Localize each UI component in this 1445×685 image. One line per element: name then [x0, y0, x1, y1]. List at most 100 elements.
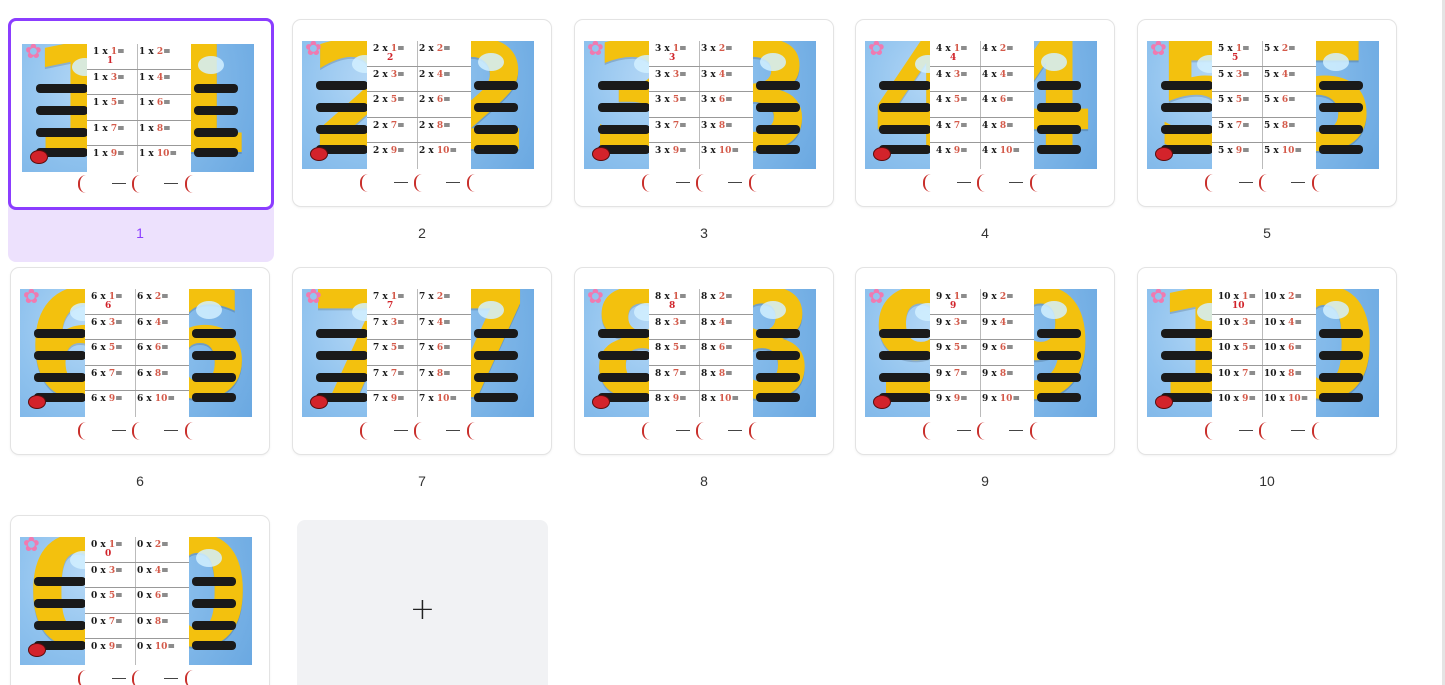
multiplier: 10 [154, 642, 168, 653]
page-thumbnail[interactable]: 6 6 ✿ 6 x 1= 6 x 2= 6 6 x 3= 6 x 4= 6 x 5= 6 x 6=… [11, 268, 269, 454]
page-thumbnail[interactable]: 7 7 ✿ 7 x 1= 7 x 2= 7 7 x 3= 7 x 4= 7 x 5= 7 x 6=… [293, 268, 551, 454]
multiplier: 5 [110, 98, 118, 109]
page-number-label: 8 [700, 473, 708, 489]
multiplier: 10 [436, 394, 450, 405]
bee-stripe [756, 103, 800, 112]
multiplier: 3 [390, 69, 398, 80]
multiplier: 9 [953, 394, 961, 405]
multiplier: 2 [718, 44, 726, 54]
page-thumbnail[interactable]: 5 5 ✿ 5 x 1= 5 x 2= 5 5 x 3= 5 x 4= 5 x 5= 5 x 6=… [1138, 20, 1396, 206]
equation-left: 5 x 3= [1218, 69, 1250, 80]
multiplier: 6 [999, 343, 1007, 354]
example-answer: 5 [1232, 53, 1239, 63]
add-page-button[interactable]: + [297, 520, 548, 685]
equation-left: 8 x 9= [655, 394, 687, 405]
multiplier: 2 [436, 44, 444, 54]
multiplier: 10 [999, 394, 1013, 405]
page-thumbnail[interactable]: 2 2 ✿ 2 x 1= 2 x 2= 2 2 x 3= 2 x 4= 2 x 5= 2 x 6=… [293, 20, 551, 206]
table-row: 4 x 9= 4 x 10= [930, 143, 1034, 169]
example-answer: 8 [669, 301, 676, 311]
multiplier: 4 [718, 69, 726, 80]
cut-line-icon [1205, 422, 1213, 440]
equation-left: 5 x 5= [1218, 95, 1250, 106]
bee-stripe [1161, 125, 1213, 134]
bee-stripe [1319, 125, 1363, 134]
multiplier: 7 [390, 368, 398, 379]
bee-wing [478, 53, 504, 71]
bee-stripe [1161, 351, 1213, 360]
page-thumbnail[interactable]: 1 0 ✿ 10 x 1= 10 x 2= 10 10 x 3= 10 x 4= 10 x 5=… [1138, 268, 1396, 454]
multiplier: 8 [1281, 120, 1289, 131]
page-number-label: 3 [700, 225, 708, 241]
example-answer: 9 [950, 301, 957, 311]
fold-mark [164, 678, 178, 679]
table-row: 1 x 1= 1 x 2= 1 [87, 44, 191, 70]
fold-mark [164, 183, 178, 184]
page-thumbnail[interactable]: 8 8 ✿ 8 x 1= 8 x 2= 8 8 x 3= 8 x 4= 8 x 5= 8 x 6=… [575, 268, 833, 454]
multiplier: 10 [156, 149, 170, 160]
equation-left: 2 x 5= [373, 95, 405, 106]
cut-line-icon [360, 174, 368, 192]
ladybug-icon [310, 147, 328, 161]
page-thumbnail[interactable]: 0 0 ✿ 0 x 1= 0 x 2= 0 0 x 3= 0 x 4= 0 x 5= 0 x 6=… [11, 516, 269, 685]
bee-stripe [879, 329, 931, 338]
bee-stripe [34, 577, 86, 586]
equation-right: 4 x 8= [982, 120, 1014, 131]
fold-mark [728, 182, 742, 183]
cut-line-icon [132, 422, 140, 440]
multiplier: 6 [436, 343, 444, 354]
page-number-label: 7 [418, 473, 426, 489]
multiplier: 2 [999, 292, 1007, 302]
equation-left: 1 x 7= [93, 123, 125, 134]
multiplier: 3 [108, 565, 116, 576]
equation-right: 10 x 8= [1264, 368, 1302, 379]
worksheet-footer [1147, 172, 1379, 194]
equation-right: 8 x 6= [701, 343, 733, 354]
equation-left: 7 x 5= [373, 343, 405, 354]
multiplier: 6 [154, 591, 162, 602]
bee-stripe [1319, 81, 1363, 90]
bee-stripe [194, 148, 238, 157]
fold-mark [1239, 430, 1253, 431]
worksheet-footer [20, 668, 252, 685]
equation-left: 10 x 5= [1218, 343, 1256, 354]
multiplier: 10 [718, 146, 732, 157]
table-row: 10 x 1= 10 x 2= 10 [1212, 289, 1316, 315]
bee-stripe [1319, 351, 1363, 360]
cut-line-icon [642, 174, 650, 192]
ladybug-icon [310, 395, 328, 409]
multiplier: 4 [156, 72, 164, 83]
cut-line-icon [749, 422, 757, 440]
worksheet-footer [865, 172, 1097, 194]
page-thumbnail[interactable]: 9 9 ✿ 9 x 1= 9 x 2= 9 9 x 3= 9 x 4= 9 x 5= 9 x 6=… [856, 268, 1114, 454]
multiplier: 6 [156, 98, 164, 109]
equation-right: 3 x 6= [701, 95, 733, 106]
equation-right: 6 x 8= [137, 368, 169, 379]
fold-mark [957, 430, 971, 431]
page-thumbnail[interactable]: 3 3 ✿ 3 x 1= 3 x 2= 3 3 x 3= 3 x 4= 3 x 5= 3 x 6=… [575, 20, 833, 206]
multiplier: 6 [154, 343, 162, 354]
multiplier: 9 [110, 149, 118, 160]
table-row: 2 x 9= 2 x 10= [367, 143, 471, 169]
bee-stripe [34, 621, 86, 630]
page-thumbnail[interactable]: 1 1 ✿ 1 x 1= 1 x 2= 1 1 x 3= 1 x 4= 1 x 5= 1 x 6=… [8, 18, 274, 210]
multiplier: 3 [953, 69, 961, 80]
equation-right: 8 x 4= [701, 317, 733, 328]
bee-stripe [598, 81, 650, 90]
worksheet-preview: 8 8 ✿ 8 x 1= 8 x 2= 8 8 x 3= 8 x 4= 8 x 5= 8 x 6=… [584, 289, 816, 417]
butterfly-icon: ✿ [25, 44, 42, 63]
bee-wing [198, 56, 224, 74]
multiplier: 3 [110, 72, 118, 83]
page-number-label: 10 [1259, 473, 1275, 489]
equation-left: 3 x 3= [655, 69, 687, 80]
multiplier: 10 [1288, 394, 1301, 405]
page-thumbnail[interactable]: 4 4 ✿ 4 x 1= 4 x 2= 4 4 x 3= 4 x 4= 4 x 5= 4 x 6=… [856, 20, 1114, 206]
cut-line-icon [1259, 174, 1267, 192]
multiplier: 4 [154, 565, 162, 576]
multiplication-table: 10 x 1= 10 x 2= 10 10 x 3= 10 x 4= 10 x 5= 10 … [1212, 289, 1316, 417]
plus-icon: + [409, 592, 436, 627]
table-row: 1 x 7= 1 x 8= [87, 121, 191, 147]
equation-left: 4 x 5= [936, 95, 968, 106]
bee-stripe [316, 329, 368, 338]
worksheet-footer [584, 420, 816, 442]
